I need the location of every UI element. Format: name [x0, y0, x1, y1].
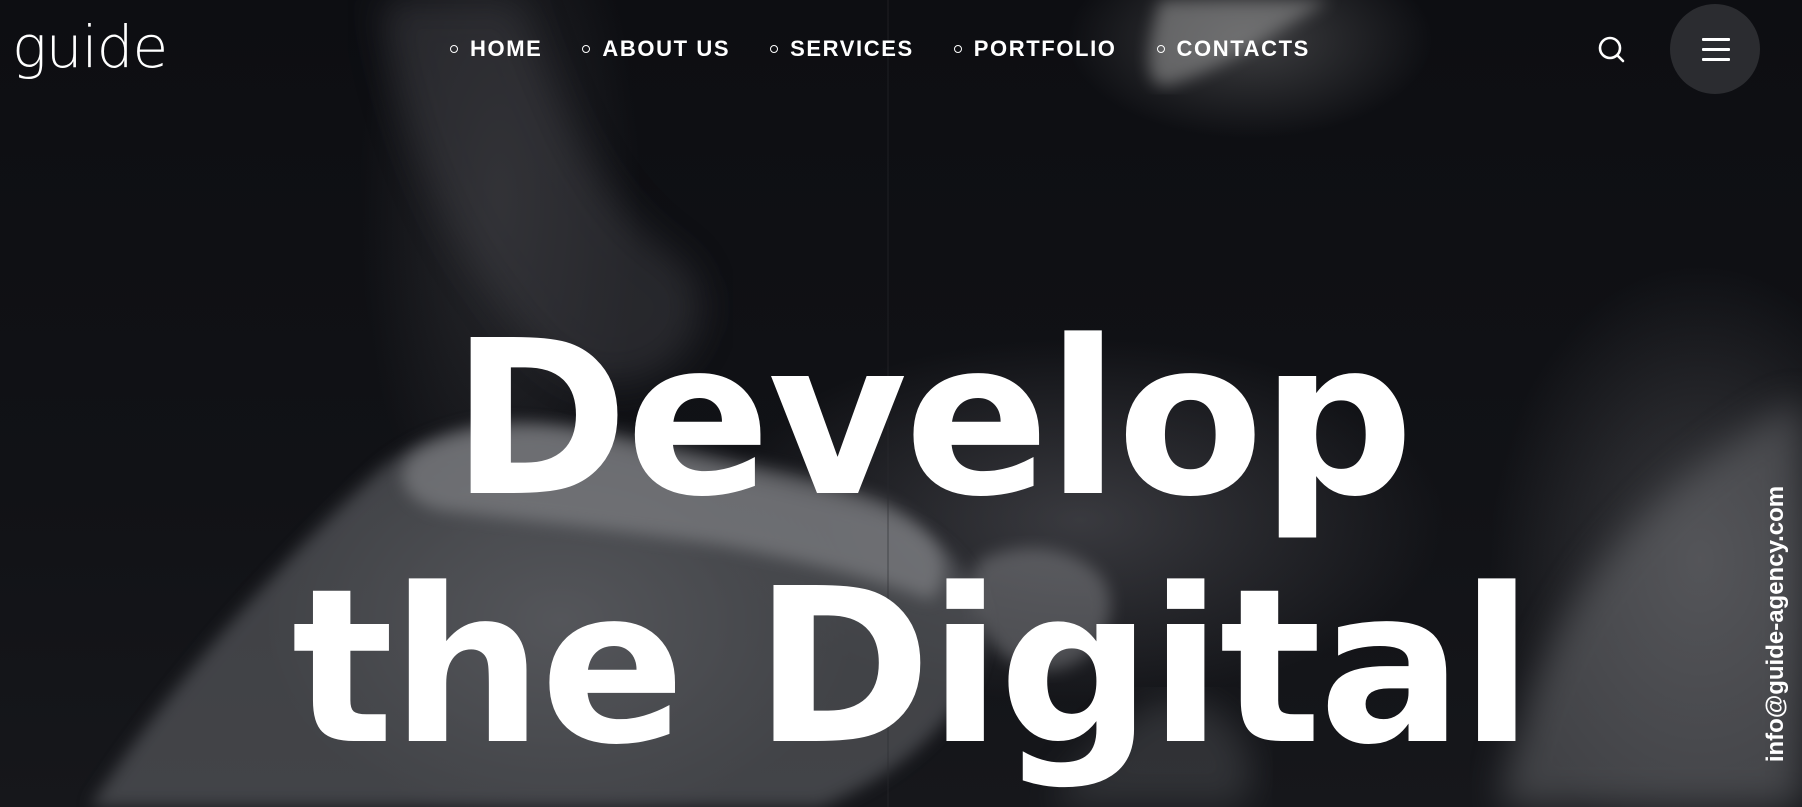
search-icon: [1598, 36, 1625, 63]
nav-item-services[interactable]: SERVICES: [770, 36, 914, 62]
hamburger-menu-button[interactable]: [1670, 4, 1760, 94]
nav-label: CONTACTS: [1176, 36, 1310, 61]
nav-bullet-icon: [953, 45, 962, 53]
main-nav: HOME ABOUT US SERVICES PORTFOLIO CONTACT…: [450, 34, 1310, 64]
nav-label: SERVICES: [790, 36, 914, 61]
nav-bullet-icon: [582, 45, 591, 53]
side-email-link[interactable]: info@guide-agency.com: [1758, 478, 1794, 770]
nav-item-home[interactable]: HOME: [450, 36, 542, 62]
site-header: guide HOME ABOUT US SERVICES PORTFOLIO C…: [0, 0, 1802, 98]
nav-label: PORTFOLIO: [973, 36, 1117, 61]
hero-headline-line-2: the Digital: [291, 543, 1534, 792]
nav-label: ABOUT US: [602, 36, 731, 61]
nav-item-about-us[interactable]: ABOUT US: [582, 36, 730, 62]
logo[interactable]: guide: [12, 14, 168, 80]
email-text: info@guide-agency.com: [1762, 485, 1789, 763]
nav-bullet-icon: [1156, 45, 1165, 53]
nav-bullet-icon: [450, 45, 458, 53]
logo-text: guide: [12, 13, 168, 81]
nav-bullet-icon: [770, 45, 779, 53]
nav-item-contacts[interactable]: CONTACTS: [1156, 36, 1310, 62]
search-button[interactable]: [1596, 34, 1626, 64]
nav-label: HOME: [470, 36, 543, 61]
hamburger-menu-icon: [1702, 38, 1730, 62]
nav-item-portfolio[interactable]: PORTFOLIO: [953, 36, 1117, 62]
hero-headline-line-1: Develop: [451, 295, 1414, 544]
